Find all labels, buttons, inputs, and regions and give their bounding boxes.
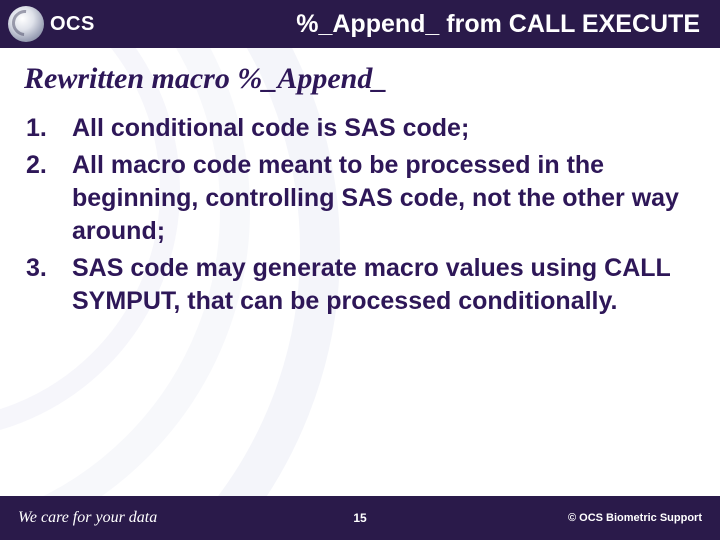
- slide: OCS %_Append_ from CALL EXECUTE Rewritte…: [0, 0, 720, 540]
- list-text: All macro code meant to be processed in …: [72, 149, 692, 248]
- logo-swirl-icon: [7, 5, 44, 42]
- list-item: 3. SAS code may generate macro values us…: [26, 252, 692, 318]
- logo-sphere-icon: [8, 6, 44, 42]
- points-list: 1. All conditional code is SAS code; 2. …: [24, 112, 692, 318]
- slide-title: %_Append_ from CALL EXECUTE: [95, 10, 704, 39]
- footer-bar: We care for your data 15 © OCS Biometric…: [0, 496, 720, 540]
- header-bar: OCS %_Append_ from CALL EXECUTE: [0, 0, 720, 48]
- slide-body: Rewritten macro %_Append_ 1. All conditi…: [0, 48, 720, 318]
- list-text: All conditional code is SAS code;: [72, 112, 692, 145]
- list-item: 2. All macro code meant to be processed …: [26, 149, 692, 248]
- list-number: 1.: [26, 112, 72, 145]
- list-number: 2.: [26, 149, 72, 248]
- list-item: 1. All conditional code is SAS code;: [26, 112, 692, 145]
- logo-text: OCS: [50, 13, 95, 36]
- section-heading: Rewritten macro %_Append_: [24, 62, 692, 96]
- page-number: 15: [0, 511, 720, 525]
- list-text: SAS code may generate macro values using…: [72, 252, 692, 318]
- list-number: 3.: [26, 252, 72, 318]
- logo: OCS: [8, 6, 95, 42]
